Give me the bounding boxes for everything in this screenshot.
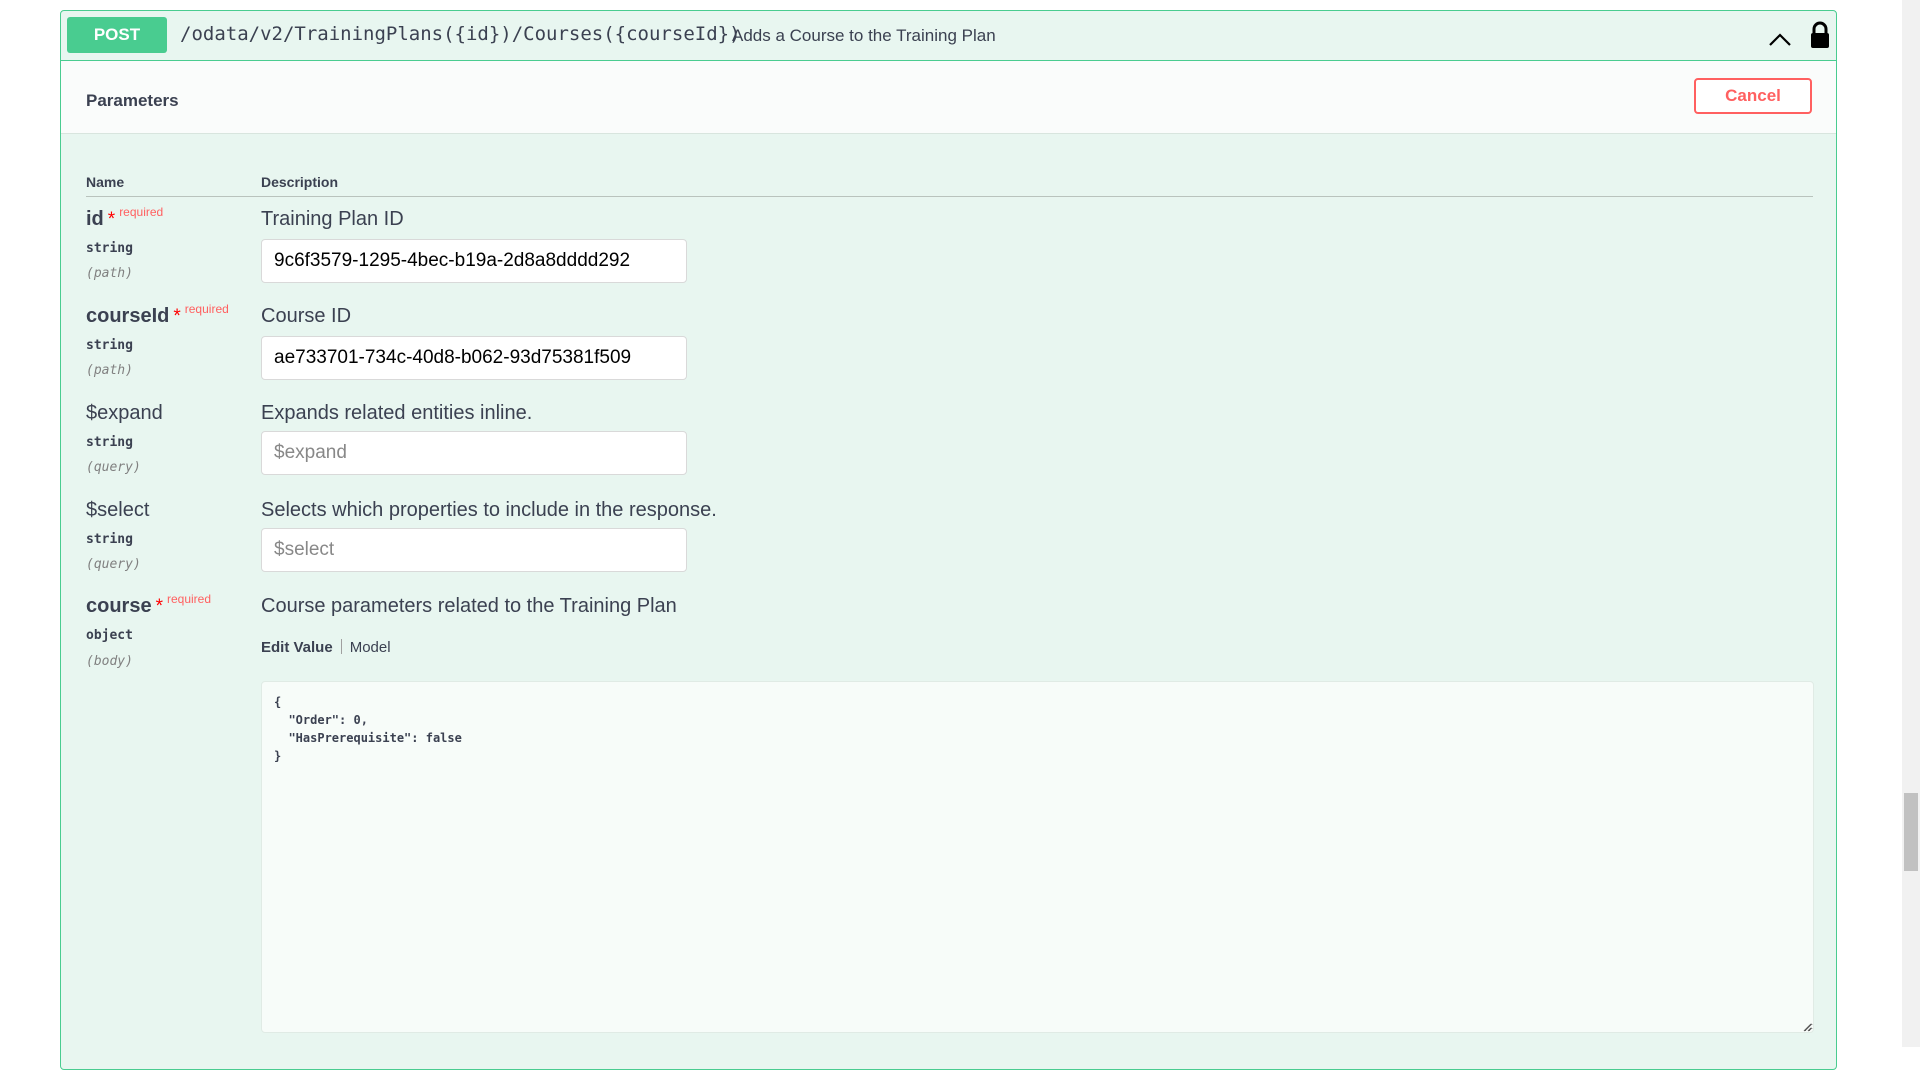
param-location-expand: (query) (86, 460, 141, 475)
param-type-course: object (86, 628, 133, 643)
param-type-select: string (86, 532, 133, 547)
tab-divider (340, 639, 342, 654)
cancel-button[interactable]: Cancel (1694, 78, 1812, 114)
operation-description: Adds a Course to the Training Plan (732, 26, 996, 45)
page-scrollbar[interactable] (1902, 0, 1920, 1047)
scrollbar-thumb[interactable] (1904, 793, 1918, 871)
param-description-select: Selects which properties to include in t… (261, 499, 717, 521)
body-editor[interactable]: { "Order": 0, "HasPrerequisite": false } (261, 681, 1814, 1033)
operation-block: POST /odata/v2/TrainingPlans({id})/Cours… (60, 10, 1837, 1070)
required-label: required (167, 592, 212, 606)
param-description-expand: Expands related entities inline. (261, 402, 533, 424)
param-location-course: (body) (86, 654, 133, 669)
courseid-input[interactable] (261, 336, 687, 380)
lock-icon[interactable] (1809, 21, 1831, 49)
param-name-courseid: courseId * required (86, 302, 229, 327)
param-location-courseid: (path) (86, 363, 133, 378)
required-label: required (119, 205, 164, 219)
parameters-header: Parameters Cancel (61, 61, 1836, 134)
param-location-select: (query) (86, 557, 141, 572)
resize-handle-icon[interactable] (1802, 1022, 1812, 1032)
param-name-expand: $expand (86, 402, 163, 424)
header-divider (86, 196, 1813, 197)
required-star: * (155, 596, 163, 617)
required-star: * (107, 209, 116, 230)
tab-model[interactable]: Model (350, 639, 391, 656)
param-type-courseid: string (86, 338, 133, 353)
chevron-up-icon[interactable] (1768, 33, 1792, 47)
param-name-select: $select (86, 499, 150, 521)
param-type-expand: string (86, 435, 133, 450)
param-type-id: string (86, 241, 133, 256)
column-header-name: Name (86, 174, 125, 190)
body-tabs: Edit Value Model (261, 639, 391, 656)
required-label: required (184, 302, 229, 316)
method-badge: POST (67, 17, 167, 53)
param-name-id: id * required (86, 205, 164, 230)
param-name-course: course * required (86, 592, 212, 617)
param-description-course: Course parameters related to the Trainin… (261, 595, 677, 617)
select-input[interactable] (261, 528, 687, 572)
tab-edit-value[interactable]: Edit Value (261, 639, 333, 656)
required-star: * (173, 306, 181, 327)
expand-input[interactable] (261, 431, 687, 475)
column-header-description: Description (261, 174, 339, 190)
parameters-title: Parameters (86, 91, 179, 110)
param-location-id: (path) (86, 266, 133, 281)
id-input[interactable] (261, 239, 687, 283)
endpoint-path: /odata/v2/TrainingPlans({id})/Courses({c… (180, 23, 741, 45)
param-description-courseid: Course ID (261, 305, 352, 327)
operation-summary[interactable]: POST /odata/v2/TrainingPlans({id})/Cours… (61, 11, 1836, 61)
param-description-id: Training Plan ID (261, 208, 404, 230)
